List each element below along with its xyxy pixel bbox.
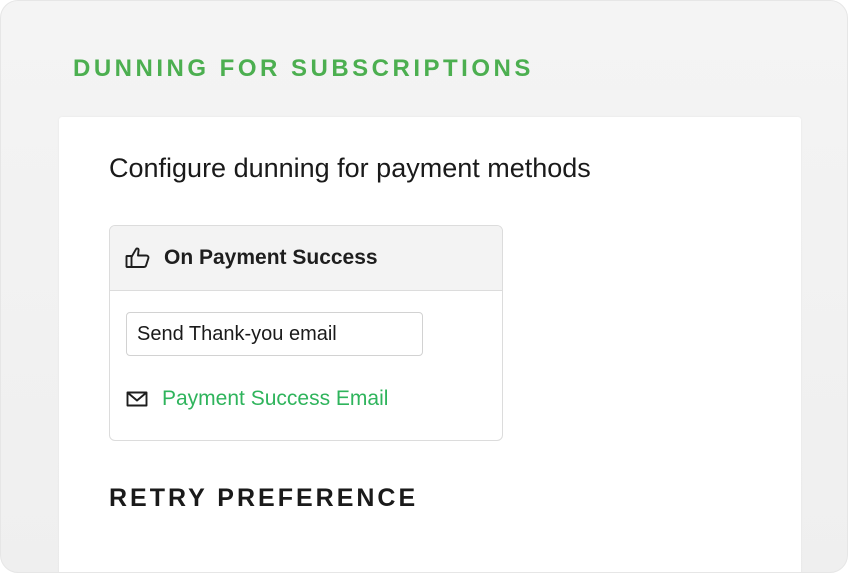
card-header-label: On Payment Success <box>164 246 378 269</box>
panel-title: Configure dunning for payment methods <box>109 153 591 183</box>
section-heading: DUNNING FOR SUBSCRIPTIONS <box>73 55 534 82</box>
thank-you-action-field[interactable] <box>126 312 423 356</box>
card-header: On Payment Success <box>110 226 502 291</box>
payment-success-email-link[interactable]: Payment Success Email <box>126 387 388 411</box>
retry-preference-heading: RETRY PREFERENCE <box>109 484 419 512</box>
payment-success-card: On Payment Success Payment Success Email <box>109 225 503 441</box>
thumbs-up-icon <box>125 246 151 270</box>
app-frame: DUNNING FOR SUBSCRIPTIONS Configure dunn… <box>0 0 848 573</box>
mail-icon <box>126 391 148 407</box>
email-link-label: Payment Success Email <box>162 387 389 410</box>
dunning-panel: Configure dunning for payment methods On… <box>59 117 801 572</box>
